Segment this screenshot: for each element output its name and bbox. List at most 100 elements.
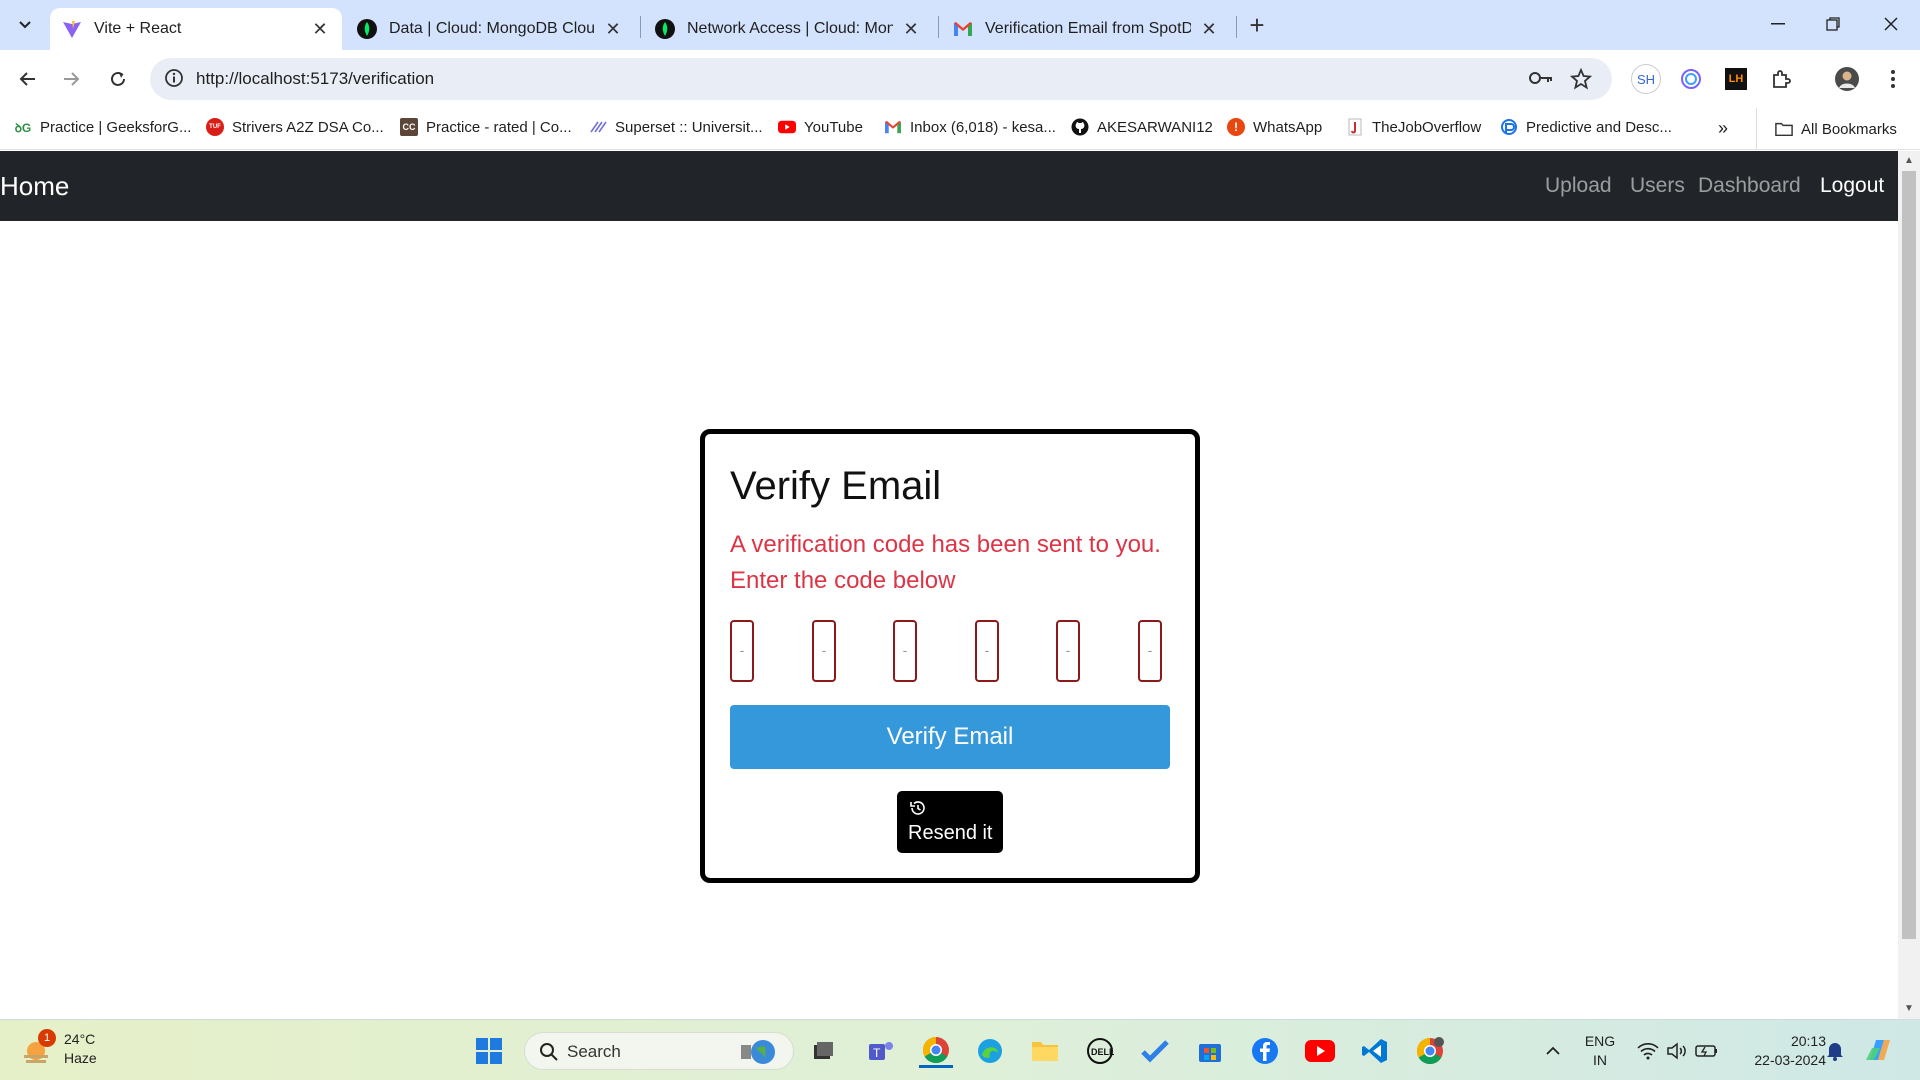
back-button[interactable] — [13, 64, 43, 94]
notification-bell-icon[interactable] — [1818, 1034, 1852, 1068]
reload-button[interactable] — [103, 64, 133, 94]
minimize-button[interactable] — [1755, 8, 1801, 40]
extensions-puzzle-icon[interactable] — [1766, 64, 1796, 94]
file-explorer-icon[interactable] — [1028, 1034, 1062, 1068]
close-tab-icon[interactable]: ✕ — [603, 19, 623, 39]
bookmark-youtube[interactable]: YouTube — [778, 118, 863, 136]
bookmark-gmail-inbox[interactable]: Inbox (6,018) - kesa... — [884, 118, 1056, 136]
close-window-button[interactable] — [1868, 8, 1914, 40]
otp-input-5[interactable]: - — [1056, 620, 1080, 682]
language-top: ENG — [1584, 1033, 1616, 1049]
scrollbar-thumb[interactable] — [1902, 171, 1916, 939]
bookmark-label: Practice - rated | Co... — [426, 118, 572, 136]
clock[interactable]: 20:13 22-03-2024 — [1742, 1032, 1826, 1070]
edge-icon[interactable] — [973, 1034, 1007, 1068]
tab-title: Data | Cloud: MongoDB Cloud — [389, 20, 595, 37]
clock-date: 22-03-2024 — [1754, 1052, 1826, 1068]
volume-icon[interactable] — [1660, 1034, 1694, 1068]
double-chevron-icon: » — [1718, 118, 1729, 138]
verify-email-button[interactable]: Verify Email — [730, 705, 1170, 769]
globe-icon — [741, 1040, 775, 1064]
bookmark-whatsapp[interactable]: ! WhatsApp — [1227, 118, 1322, 136]
bookmark-geeksforgeeks[interactable]: ꝺG Practice | GeeksforG... — [14, 118, 192, 136]
nav-upload-link[interactable]: Upload — [1545, 174, 1612, 198]
bookmark-predictive[interactable]: Predictive and Desc... — [1500, 118, 1672, 136]
menu-kebab-icon[interactable] — [1878, 64, 1908, 94]
tab-mongodb-data[interactable]: Data | Cloud: MongoDB Cloud ✕ — [345, 8, 635, 50]
lh-extension-icon[interactable]: LH — [1721, 64, 1751, 94]
address-bar[interactable]: http://localhost:5173/verification — [150, 58, 1612, 100]
otp-input-4[interactable]: - — [975, 620, 999, 682]
vscode-icon[interactable] — [1358, 1034, 1392, 1068]
taskbar-search[interactable]: Search — [524, 1032, 794, 1070]
new-tab-button[interactable]: + — [1243, 12, 1271, 40]
close-tab-icon[interactable]: ✕ — [1199, 19, 1219, 39]
scroll-up-icon[interactable]: ▲ — [1904, 155, 1914, 166]
chrome-profile-icon[interactable] — [1413, 1034, 1447, 1068]
mongodb-leaf-icon — [655, 19, 675, 39]
nav-logout-link[interactable]: Logout — [1820, 174, 1884, 198]
tab-mongodb-network[interactable]: Network Access | Cloud: MongoDB ✕ — [643, 8, 933, 50]
history-icon — [910, 801, 925, 815]
bookmark-codechef[interactable]: CC Practice - rated | Co... — [400, 118, 572, 136]
home-link[interactable]: Home — [0, 171, 69, 202]
search-label: Search — [567, 1042, 621, 1061]
site-info-icon[interactable] — [164, 68, 184, 88]
close-tab-icon[interactable]: ✕ — [310, 19, 330, 39]
tab-vite-react[interactable]: Vite + React ✕ — [50, 8, 342, 50]
otp-input-3[interactable]: - — [893, 620, 917, 682]
chrome-taskbar-icon[interactable] — [919, 1034, 953, 1068]
start-button[interactable] — [472, 1034, 506, 1068]
close-tab-icon[interactable]: ✕ — [901, 19, 921, 39]
nav-users-link[interactable]: Users — [1630, 174, 1685, 198]
codechef-icon: CC — [400, 118, 418, 136]
scroll-down-icon[interactable]: ▼ — [1904, 1003, 1914, 1014]
todo-checkmark-icon[interactable] — [1138, 1034, 1172, 1068]
page-scrollbar[interactable]: ▲ ▼ — [1898, 151, 1920, 1019]
bookmark-strivers[interactable]: TUF Strivers A2Z DSA Co... — [206, 118, 384, 136]
vite-icon — [62, 19, 82, 39]
predictive-icon — [1500, 118, 1518, 136]
copilot-icon[interactable] — [1862, 1034, 1896, 1068]
search-icon — [540, 1043, 558, 1061]
tab-search-button[interactable] — [10, 10, 40, 40]
tab-separator — [640, 16, 641, 38]
key-icon[interactable] — [1528, 68, 1554, 88]
spiral-extension-icon[interactable] — [1676, 64, 1706, 94]
star-icon[interactable] — [1570, 68, 1592, 90]
more-bookmarks-button[interactable]: » — [1718, 118, 1728, 139]
bookmark-superset[interactable]: Superset :: Universit... — [589, 118, 763, 136]
thejoboverflow-icon — [1346, 118, 1364, 136]
tab-gmail-verification[interactable]: Verification Email from SpotDraft ✕ — [941, 8, 1231, 50]
battery-icon[interactable] — [1690, 1034, 1724, 1068]
weather-widget[interactable]: 1 24°C Haze — [22, 1029, 97, 1068]
gmail-icon — [953, 19, 973, 39]
weather-icon: 1 — [22, 1029, 56, 1065]
facebook-icon[interactable] — [1248, 1034, 1282, 1068]
sh-extension-button[interactable]: SH — [1631, 64, 1661, 94]
bookmark-thejoboverflow[interactable]: TheJobOverflow — [1346, 118, 1481, 136]
verification-message: A verification code has been sent to you… — [730, 531, 1161, 594]
forward-button[interactable] — [56, 64, 86, 94]
minimize-icon — [1771, 23, 1785, 25]
resend-button[interactable]: Resend it — [897, 791, 1003, 853]
profile-avatar-icon[interactable] — [1832, 64, 1862, 94]
chevron-down-icon — [19, 21, 31, 29]
youtube-taskbar-icon[interactable] — [1303, 1034, 1337, 1068]
language-indicator[interactable]: ENG IN — [1580, 1032, 1620, 1070]
dell-icon[interactable]: DELL — [1083, 1034, 1117, 1068]
task-view-icon[interactable] — [806, 1034, 840, 1068]
bookmark-github[interactable]: AKESARWANI12 — [1071, 118, 1213, 136]
alert-icon: ! — [1227, 118, 1245, 136]
nav-dashboard-link[interactable]: Dashboard — [1698, 174, 1801, 198]
teams-icon[interactable]: T — [864, 1034, 898, 1068]
show-hidden-icons-chevron[interactable] — [1536, 1034, 1570, 1068]
restore-button[interactable] — [1810, 8, 1856, 40]
otp-input-1[interactable]: - — [730, 620, 754, 682]
otp-input-2[interactable]: - — [812, 620, 836, 682]
otp-input-6[interactable]: - — [1138, 620, 1162, 682]
resend-label: Resend it — [908, 822, 993, 844]
store-icon[interactable] — [1193, 1034, 1227, 1068]
all-bookmarks-button[interactable]: All Bookmarks — [1756, 108, 1897, 150]
weather-desc: Haze — [64, 1050, 97, 1066]
